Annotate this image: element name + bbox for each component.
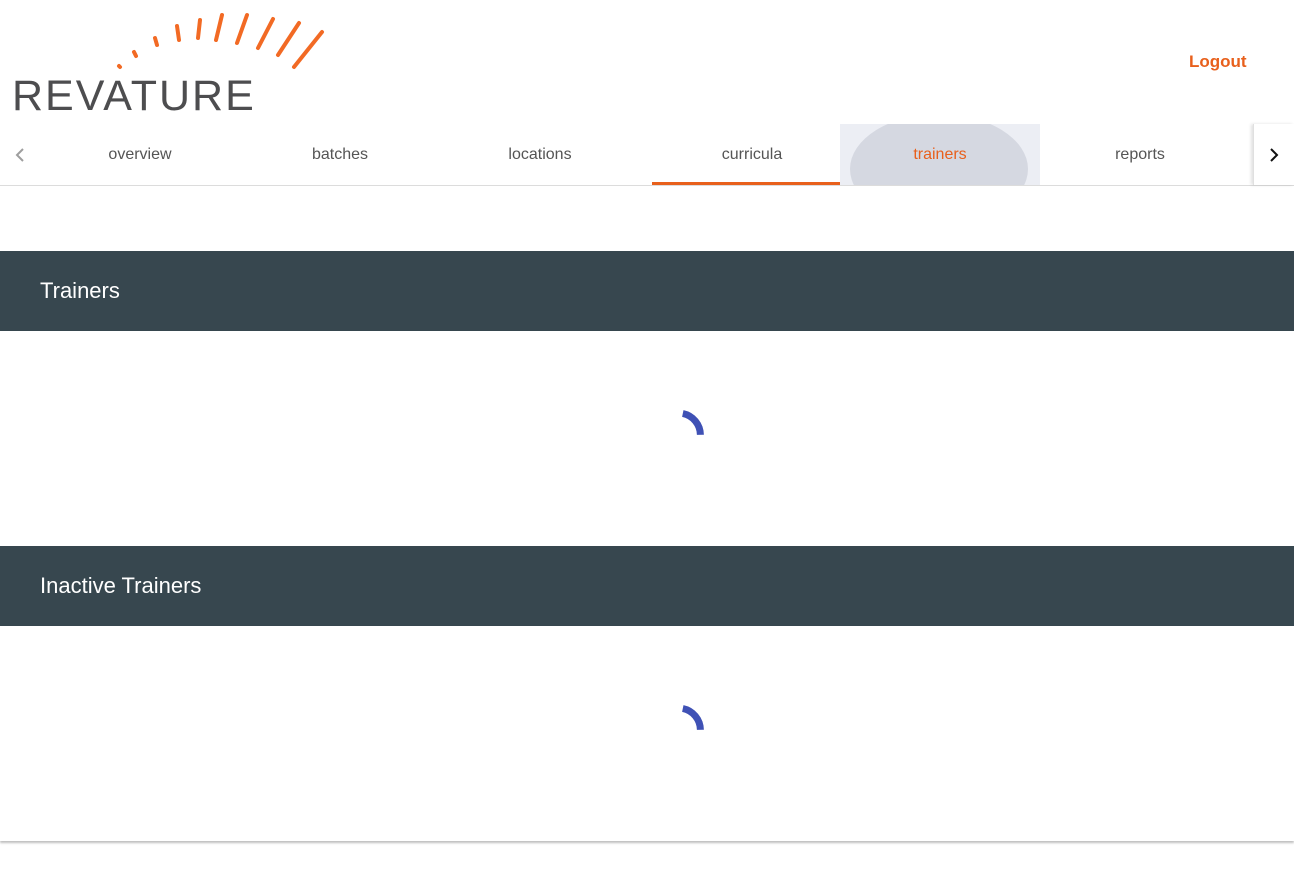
chevron-right-icon xyxy=(1270,147,1279,162)
tab-label: curricula xyxy=(721,145,783,163)
tab-label: overview xyxy=(108,145,172,163)
loading-spinner-icon xyxy=(681,705,704,731)
chevron-left-icon xyxy=(15,147,24,162)
tab-reports[interactable]: reports xyxy=(1040,124,1240,185)
logout-link[interactable]: Logout xyxy=(1189,52,1247,72)
inactive-trainers-panel-body xyxy=(0,626,1294,841)
tab-scroll-left-button[interactable] xyxy=(0,124,40,185)
tab-locations[interactable]: locations xyxy=(440,124,640,185)
tab-scroll-right-button[interactable] xyxy=(1253,124,1294,185)
revature-logo: REVATURE xyxy=(10,10,330,116)
tab-trainers[interactable]: trainers xyxy=(840,124,1040,185)
inactive-trainers-panel-title: Inactive Trainers xyxy=(40,573,202,598)
trainers-panel-title: Trainers xyxy=(40,278,120,303)
tab-batches[interactable]: batches xyxy=(240,124,440,185)
brand-wordmark: REVATURE xyxy=(12,72,256,116)
loading-spinner-icon xyxy=(681,410,704,436)
tab-label: trainers xyxy=(913,145,967,163)
tab-label: locations xyxy=(508,145,572,163)
trainers-panel-header: Trainers xyxy=(0,251,1294,331)
inactive-trainers-panel-header: Inactive Trainers xyxy=(0,546,1294,626)
nav-tab-bar: overview batches locations curricula tra… xyxy=(0,124,1294,186)
tab-list: overview batches locations curricula tra… xyxy=(40,124,1252,185)
trainers-panel-body xyxy=(0,331,1294,546)
tab-curricula[interactable]: curricula xyxy=(652,124,852,185)
tab-label: reports xyxy=(1115,145,1165,163)
tab-overview[interactable]: overview xyxy=(40,124,240,185)
tab-label: batches xyxy=(311,145,369,163)
